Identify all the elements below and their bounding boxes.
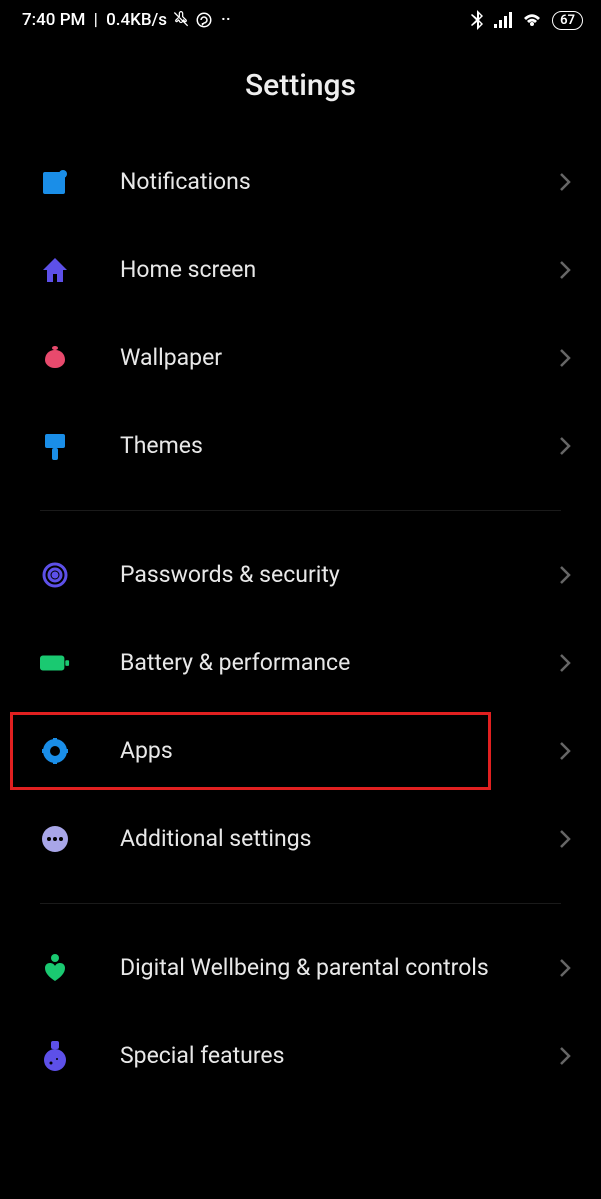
- item-label: Passwords & security: [120, 560, 559, 590]
- status-time: 7:40 PM: [22, 10, 85, 30]
- themes-icon: [40, 431, 70, 461]
- status-separator: |: [89, 10, 102, 30]
- chevron-right-icon: [559, 829, 571, 849]
- item-label: Digital Wellbeing & parental controls: [120, 953, 559, 983]
- settings-item-apps[interactable]: Apps: [0, 707, 601, 795]
- wellbeing-icon: [40, 953, 70, 983]
- settings-item-home-screen[interactable]: Home screen: [0, 226, 601, 314]
- item-label: Notifications: [120, 167, 559, 197]
- status-speed: 0.4KB/s: [106, 10, 167, 30]
- item-label: Additional settings: [120, 824, 559, 854]
- chevron-right-icon: [559, 653, 571, 673]
- signal-icon: [494, 12, 512, 28]
- chevron-right-icon: [559, 348, 571, 368]
- chevron-right-icon: [559, 741, 571, 761]
- chevron-right-icon: [559, 436, 571, 456]
- divider: [40, 510, 561, 511]
- settings-item-themes[interactable]: Themes: [0, 402, 601, 490]
- mute-icon: [171, 10, 191, 30]
- settings-item-battery-performance[interactable]: Battery & performance: [0, 619, 601, 707]
- settings-item-notifications[interactable]: Notifications: [0, 138, 601, 226]
- status-bar-left: 7:40 PM | 0.4KB/s ··: [22, 10, 231, 30]
- battery-indicator: 67: [552, 11, 583, 30]
- settings-item-digital-wellbeing[interactable]: Digital Wellbeing & parental controls: [0, 924, 601, 1012]
- chevron-right-icon: [559, 958, 571, 978]
- battery-icon: [40, 648, 70, 678]
- settings-item-special-features[interactable]: Special features: [0, 1012, 601, 1100]
- item-label: Wallpaper: [120, 343, 559, 373]
- whatsapp-icon: [195, 11, 213, 29]
- item-label: Themes: [120, 431, 559, 461]
- special-icon: [40, 1041, 70, 1071]
- additional-icon: [40, 824, 70, 854]
- apps-icon: [40, 736, 70, 766]
- item-label: Home screen: [120, 255, 559, 285]
- settings-item-wallpaper[interactable]: Wallpaper: [0, 314, 601, 402]
- notifications-icon: [40, 167, 70, 197]
- chevron-right-icon: [559, 1046, 571, 1066]
- item-label: Special features: [120, 1041, 559, 1071]
- item-label: Apps: [120, 736, 559, 766]
- status-bar-right: 67: [470, 10, 583, 30]
- chevron-right-icon: [559, 260, 571, 280]
- settings-list: Notifications Home screen Wallpaper Them…: [0, 138, 601, 1100]
- bluetooth-icon: [470, 10, 484, 30]
- status-bar: 7:40 PM | 0.4KB/s ·· 67: [0, 0, 601, 38]
- status-more: ··: [221, 10, 231, 30]
- settings-item-passwords-security[interactable]: Passwords & security: [0, 531, 601, 619]
- home-icon: [40, 255, 70, 285]
- item-label: Battery & performance: [120, 648, 559, 678]
- wifi-icon: [522, 12, 542, 28]
- security-icon: [40, 560, 70, 590]
- settings-item-additional-settings[interactable]: Additional settings: [0, 795, 601, 883]
- wallpaper-icon: [40, 343, 70, 373]
- chevron-right-icon: [559, 172, 571, 192]
- chevron-right-icon: [559, 565, 571, 585]
- divider: [40, 903, 561, 904]
- page-title: Settings: [0, 38, 601, 138]
